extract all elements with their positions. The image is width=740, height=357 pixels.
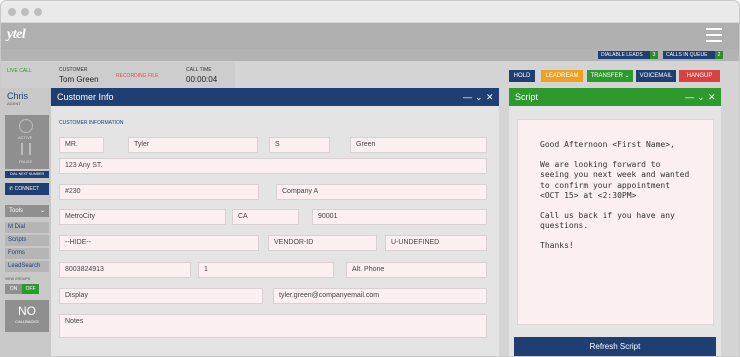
voicemail-button[interactable]: VOICEMAIL	[636, 70, 676, 82]
customer-section-label: CUSTOMER INFORMATION	[59, 120, 124, 126]
salutation-field[interactable]: MR.	[59, 137, 104, 153]
call-time-value: 00:00:04	[186, 75, 218, 84]
on-off-toggle[interactable]: ON OFF	[5, 284, 39, 294]
app-window: ytel DIALABLE LEADS 3 CALLS IN QUEUE 2 L…	[0, 0, 740, 357]
agent-name: Chris	[7, 91, 29, 101]
dial-next-number-button[interactable]: DIAL NEXT NUMBER	[5, 171, 49, 178]
window-minimize-dot[interactable]	[21, 8, 29, 16]
transfer-button[interactable]: TRANSFER ⌄	[587, 70, 633, 82]
undefined-field[interactable]: U-UNDEFINED	[385, 235, 487, 251]
city-field[interactable]: MetroCity	[59, 209, 226, 225]
customer-label: CUSTOMER	[59, 67, 88, 73]
calls-in-queue-label: CALLS IN QUEUE	[666, 52, 708, 58]
close-icon[interactable]: ✕	[486, 88, 494, 106]
pause-icon	[21, 143, 31, 155]
toggle-caption: VIEW GROUPS	[5, 277, 31, 281]
tools-link-leadsearch[interactable]: LeadSearch	[5, 261, 49, 272]
status-panel: ACTIVE PAUSE	[5, 115, 49, 169]
calls-in-queue-badge[interactable]: CALLS IN QUEUE 2	[663, 51, 723, 59]
tools-link-mdial[interactable]: M Dial	[5, 222, 49, 233]
dialable-leads-count: 3	[650, 51, 658, 59]
notes-field[interactable]: Notes	[59, 314, 487, 338]
agent-sidebar: Chris AGENT ACTIVE PAUSE DIAL NEXT NUMBE…	[1, 88, 51, 356]
customer-name: Tom Green	[59, 75, 99, 84]
customer-info-header: Customer Info	[51, 88, 499, 106]
minimize-icon[interactable]: —	[685, 88, 694, 106]
script-line: Call us back if you have any questions.	[540, 210, 675, 231]
zip-field[interactable]: 90001	[312, 209, 487, 225]
top-bar: ytel	[1, 23, 739, 49]
address2-field[interactable]: #230	[59, 184, 259, 200]
pause-label[interactable]: PAUSE	[19, 159, 32, 164]
chevron-down-icon: ⌄	[39, 208, 45, 214]
last-name-field[interactable]: Green	[350, 137, 487, 153]
callbacks-count: NO	[18, 304, 36, 318]
toggle-off[interactable]: OFF	[22, 284, 39, 294]
call-status-bar: LIVE CALL CUSTOMER Tom Green RECORDING F…	[1, 62, 235, 88]
callbacks-label: CALLBACKS	[15, 319, 39, 324]
close-icon[interactable]: ✕	[708, 88, 716, 106]
toggle-on[interactable]: ON	[5, 284, 22, 294]
middle-initial-field[interactable]: S	[269, 137, 330, 153]
phone-code-field[interactable]: 1	[198, 262, 334, 278]
tools-dropdown[interactable]: Tools ⌄	[5, 205, 49, 217]
script-title: Script	[515, 92, 539, 102]
tools-link-scripts[interactable]: Scripts	[5, 235, 49, 246]
active-label[interactable]: ACTIVE	[18, 135, 32, 140]
chevron-down-icon: ⌄	[624, 73, 630, 79]
email-field[interactable]: tyler.green@companyemail.com	[273, 288, 487, 304]
leads-bar: DIALABLE LEADS 3 CALLS IN QUEUE 2	[1, 49, 739, 61]
tools-label: Tools	[9, 208, 24, 214]
script-line: Good Afternoon <First Name>,	[540, 140, 675, 149]
vendor-id-field[interactable]: VENDOR-ID	[268, 235, 377, 251]
dialable-leads-badge[interactable]: DIALABLE LEADS 3	[598, 51, 658, 59]
connect-label: CONNECT	[14, 186, 40, 192]
callbacks-box[interactable]: NO CALLBACKS	[5, 300, 49, 332]
tools-link-forms[interactable]: Forms	[5, 248, 49, 259]
microphone-icon	[19, 119, 33, 133]
calls-in-queue-count: 2	[715, 51, 723, 59]
phone-field[interactable]: 8003824913	[59, 262, 191, 278]
customer-info-title: Customer Info	[57, 92, 114, 102]
chevron-down-icon[interactable]: ⌄	[475, 88, 483, 106]
window-close-dot[interactable]	[8, 8, 16, 16]
minimize-icon[interactable]: —	[463, 88, 472, 106]
window-chrome	[1, 1, 739, 23]
hangup-button[interactable]: HANGUP	[679, 70, 720, 82]
transfer-label: TRANSFER	[590, 73, 623, 79]
brand-logo: ytel	[7, 27, 26, 42]
hide-field[interactable]: --HIDE--	[59, 235, 259, 251]
live-call-label: LIVE CALL	[7, 68, 32, 74]
script-line: Thanks!	[540, 240, 574, 250]
menu-icon[interactable]	[706, 28, 722, 42]
address1-field[interactable]: 123 Any ST.	[59, 158, 487, 174]
company-field[interactable]: Company A	[276, 184, 487, 200]
chevron-down-icon[interactable]: ⌄	[697, 88, 705, 106]
state-field[interactable]: CA	[232, 209, 299, 225]
window-zoom-dot[interactable]	[34, 8, 42, 16]
display-field[interactable]: Display	[59, 288, 263, 304]
call-time-label: CALL TIME	[186, 67, 212, 73]
connect-button[interactable]: ✆ CONNECT	[5, 183, 49, 195]
dialable-leads-label: DIALABLE LEADS	[601, 52, 643, 58]
hold-button[interactable]: HOLD	[509, 70, 535, 82]
agent-role: AGENT	[7, 101, 21, 106]
script-text: Good Afternoon <First Name>, We are look…	[517, 119, 714, 325]
recording-file-label[interactable]: RECORDING FILE	[116, 73, 159, 79]
script-line: We are looking forward to seeing you nex…	[540, 159, 690, 201]
refresh-script-button[interactable]: Refresh Script	[514, 337, 716, 356]
alt-phone-field[interactable]: Alt. Phone	[346, 262, 487, 278]
first-name-field[interactable]: Tyler	[128, 137, 258, 153]
leadream-button[interactable]: LEADREAM	[541, 70, 583, 82]
